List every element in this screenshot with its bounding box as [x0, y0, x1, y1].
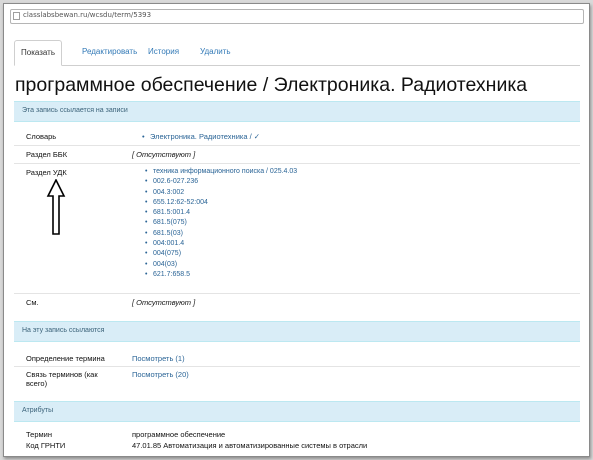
- definition-link[interactable]: Посмотреть (1): [132, 354, 185, 363]
- up-arrow-outline-icon: [46, 179, 66, 235]
- udk-item[interactable]: • 004(075): [145, 249, 297, 259]
- page-title: программное обеспечение / Электроника. Р…: [15, 74, 528, 96]
- bullet-icon: •: [145, 219, 148, 227]
- row-divider: [14, 145, 580, 146]
- grnti-label: Код ГРНТИ: [26, 441, 66, 450]
- bullet-icon: •: [145, 229, 148, 237]
- record-tabs: Показать Редактировать История Удалить: [14, 40, 580, 66]
- udk-item[interactable]: • 004:001.4: [145, 239, 297, 249]
- bbk-label: Раздел ББК: [26, 150, 68, 159]
- relation-label-line1: Связь терминов (как: [26, 370, 98, 379]
- page-icon: [13, 12, 20, 20]
- bullet-icon: •: [145, 168, 148, 175]
- grnti-value: 47.01.85 Автоматизация и автоматизирован…: [132, 441, 368, 450]
- bullet-icon: •: [145, 178, 148, 186]
- address-url[interactable]: classlabsbewan.ru/wcsdu/term/5393: [23, 11, 151, 19]
- udk-item[interactable]: • 621.7:658.5: [145, 270, 297, 280]
- section-header-refs-in: На эту запись ссылаются: [14, 321, 580, 342]
- definition-label: Определение термина: [26, 354, 105, 363]
- udk-label: Раздел УДК: [26, 168, 67, 177]
- relation-link[interactable]: Посмотреть (20): [132, 370, 189, 379]
- bbk-value: [ Отсутствуют ]: [132, 150, 196, 159]
- bullet-icon: •: [145, 209, 148, 217]
- dictionary-label: Словарь: [26, 132, 57, 141]
- address-bar[interactable]: classlabsbewan.ru/wcsdu/term/5393: [10, 9, 584, 24]
- section-header-attributes: Атрибуты: [14, 401, 580, 422]
- section-header-label: Атрибуты: [22, 407, 54, 414]
- udk-list: • техника информационного поиска / 025.4.…: [145, 167, 297, 280]
- udk-item[interactable]: • 681.5(075): [145, 218, 297, 228]
- relation-label-line2: всего): [26, 379, 48, 388]
- section-header-label: На эту запись ссылаются: [22, 327, 105, 334]
- udk-item[interactable]: • 681.5:001.4: [145, 208, 297, 218]
- section-header-refs-out: Эта запись ссылается на записи: [14, 101, 580, 122]
- tab-show[interactable]: Показать: [14, 40, 63, 66]
- row-divider: [14, 293, 580, 294]
- bullet-icon: •: [145, 198, 148, 206]
- bullet-icon: •: [145, 260, 148, 268]
- udk-item[interactable]: • 004.3:002: [145, 188, 297, 198]
- term-label: Термин: [26, 430, 52, 439]
- bullet-icon: •: [145, 240, 148, 248]
- udk-item[interactable]: • 655.12:62-52:004: [145, 198, 297, 208]
- relation-label: Связь терминов (как всего): [26, 370, 98, 388]
- udk-item[interactable]: • 681.5(03): [145, 229, 297, 239]
- bullet-icon: •: [145, 270, 148, 278]
- see-label: См.: [26, 298, 39, 307]
- bullet-icon: •: [142, 132, 145, 141]
- row-divider: [14, 163, 580, 164]
- term-value: программное обеспечение: [132, 430, 226, 439]
- tab-delete[interactable]: Удалить: [194, 40, 237, 64]
- udk-item[interactable]: • 004(03): [145, 260, 297, 270]
- dictionary-value: • Электроника. Радиотехника / ✓: [142, 132, 260, 141]
- row-divider: [14, 366, 580, 367]
- section-header-label: Эта запись ссылается на записи: [22, 107, 128, 114]
- dictionary-link[interactable]: Электроника. Радиотехника / ✓: [150, 132, 260, 141]
- udk-item[interactable]: • техника информационного поиска / 025.4.…: [145, 167, 297, 177]
- udk-item[interactable]: • 002.6-027.236: [145, 177, 297, 187]
- tab-edit[interactable]: Редактировать: [76, 40, 143, 64]
- bullet-icon: •: [145, 250, 148, 258]
- bullet-icon: •: [145, 188, 148, 196]
- see-value: [ Отсутствуют ]: [132, 298, 196, 307]
- tab-history[interactable]: История: [142, 40, 185, 64]
- browser-window: classlabsbewan.ru/wcsdu/term/5393 Показа…: [3, 3, 590, 457]
